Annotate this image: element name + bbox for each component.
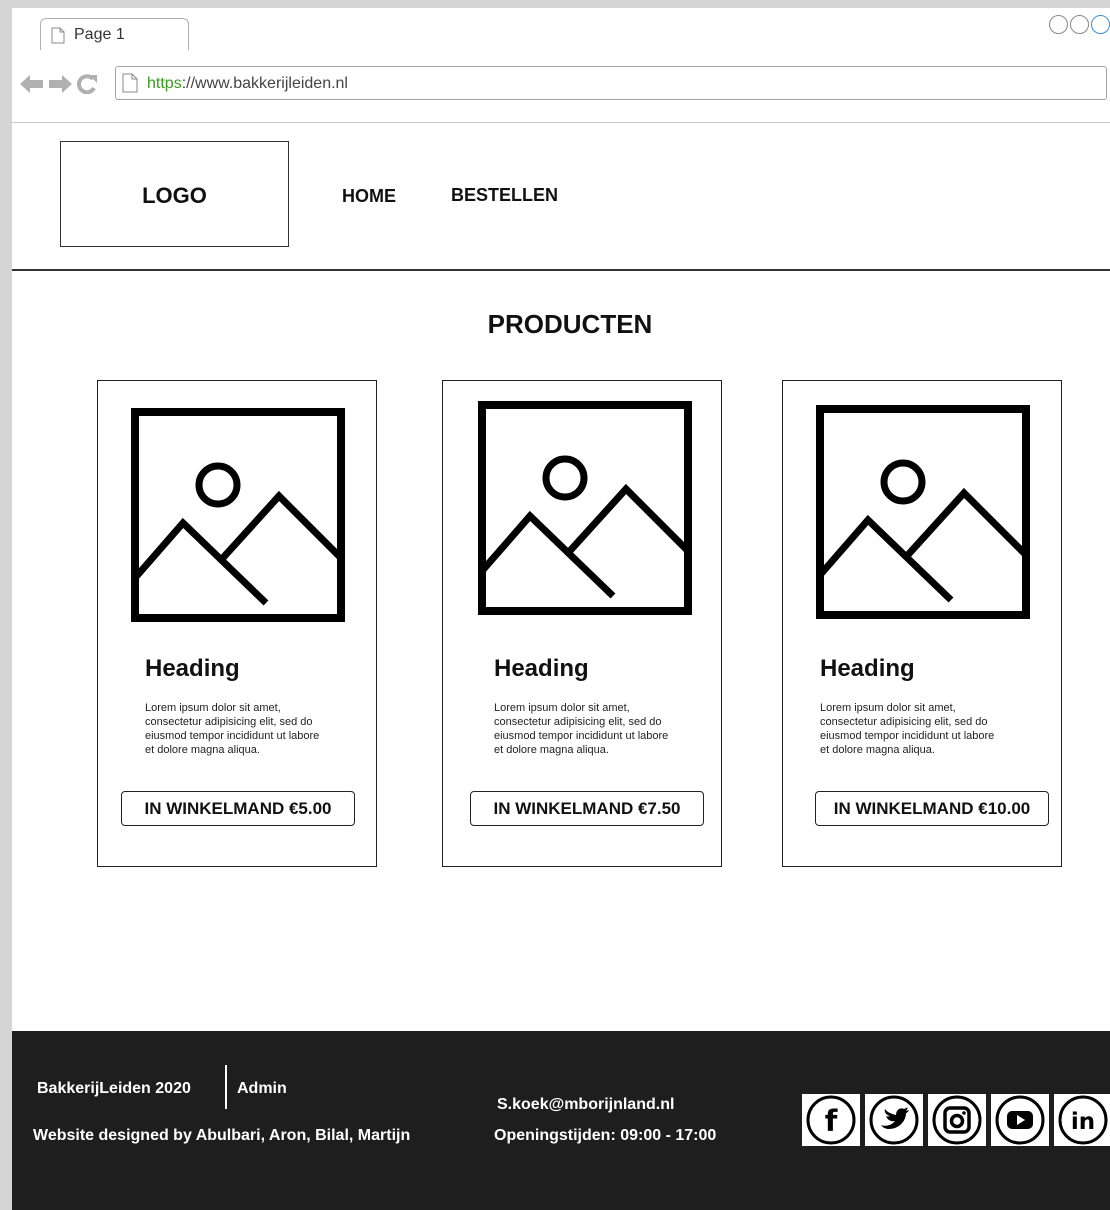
product-description: Lorem ipsum dolor sit amet, consectetur … bbox=[494, 702, 669, 756]
image-placeholder-icon bbox=[816, 405, 1030, 619]
page-icon bbox=[51, 27, 65, 44]
product-heading: Heading bbox=[145, 655, 240, 682]
footer-divider bbox=[225, 1065, 227, 1109]
product-description: Lorem ipsum dolor sit amet, consectetur … bbox=[820, 702, 995, 756]
product-heading: Heading bbox=[494, 655, 589, 682]
site-header: LOGO HOME BESTELLEN bbox=[12, 123, 1110, 271]
product-description: Lorem ipsum dolor sit amet, consectetur … bbox=[145, 702, 320, 756]
add-to-cart-button[interactable]: IN WINKELMAND €7.50 bbox=[470, 791, 704, 826]
instagram-icon bbox=[932, 1095, 982, 1145]
close-button[interactable] bbox=[1091, 15, 1110, 34]
url-domain: ://www.bakkerijleiden.nl bbox=[181, 75, 348, 92]
browser-toolbar: https://www.bakkerijleiden.nl bbox=[12, 50, 1110, 123]
image-placeholder-icon bbox=[478, 401, 692, 615]
nav-home-link[interactable]: HOME bbox=[342, 186, 396, 207]
product-card: Heading Lorem ipsum dolor sit amet, cons… bbox=[442, 380, 722, 867]
footer-hours: Openingstijden: 09:00 - 17:00 bbox=[494, 1127, 717, 1144]
facebook-link[interactable]: f bbox=[802, 1094, 860, 1146]
page-icon bbox=[122, 73, 138, 93]
site-footer: BakkerijLeiden 2020 Admin Website design… bbox=[12, 1031, 1110, 1210]
logo-text: LOGO bbox=[142, 183, 207, 208]
linkedin-icon: in bbox=[1058, 1095, 1108, 1145]
window-controls bbox=[1049, 15, 1110, 34]
tab-strip: Page 1 bbox=[12, 8, 1110, 51]
svg-text:f: f bbox=[825, 1104, 838, 1138]
add-to-cart-button[interactable]: IN WINKELMAND €5.00 bbox=[121, 791, 355, 826]
product-heading: Heading bbox=[820, 655, 915, 682]
youtube-icon bbox=[995, 1095, 1045, 1145]
url-text: https://www.bakkerijleiden.nl bbox=[147, 75, 348, 93]
url-scheme: https bbox=[147, 75, 182, 92]
linkedin-link[interactable]: in bbox=[1054, 1094, 1110, 1146]
footer-email[interactable]: S.koek@mborijnland.nl bbox=[497, 1096, 674, 1114]
footer-credits: Website designed by Abulbari, Aron, Bila… bbox=[33, 1127, 411, 1144]
social-links: f in bbox=[802, 1094, 1110, 1146]
image-placeholder-icon bbox=[131, 408, 345, 622]
add-to-cart-button[interactable]: IN WINKELMAND €10.00 bbox=[815, 791, 1049, 826]
address-bar[interactable]: https://www.bakkerijleiden.nl bbox=[115, 66, 1107, 100]
product-card: Heading Lorem ipsum dolor sit amet, cons… bbox=[97, 380, 377, 867]
youtube-link[interactable] bbox=[991, 1094, 1049, 1146]
facebook-icon: f bbox=[806, 1095, 856, 1145]
reload-icon[interactable] bbox=[76, 74, 98, 94]
footer-copyright: BakkerijLeiden 2020 bbox=[37, 1080, 191, 1097]
navigation-buttons bbox=[20, 74, 98, 94]
logo-placeholder[interactable]: LOGO bbox=[60, 141, 289, 247]
tab-title: Page 1 bbox=[74, 26, 125, 43]
minimize-button[interactable] bbox=[1049, 15, 1068, 34]
product-card: Heading Lorem ipsum dolor sit amet, cons… bbox=[782, 380, 1062, 867]
back-arrow-icon[interactable] bbox=[20, 75, 44, 93]
admin-link[interactable]: Admin bbox=[237, 1080, 287, 1098]
twitter-icon bbox=[869, 1095, 919, 1145]
forward-arrow-icon[interactable] bbox=[48, 75, 72, 93]
nav-bestellen-link[interactable]: BESTELLEN bbox=[451, 185, 558, 206]
svg-text:in: in bbox=[1071, 1109, 1095, 1135]
twitter-link[interactable] bbox=[865, 1094, 923, 1146]
browser-window: Page 1 https://www.bakkerijleiden.nl LOG… bbox=[12, 8, 1110, 1210]
instagram-link[interactable] bbox=[928, 1094, 986, 1146]
maximize-button[interactable] bbox=[1070, 15, 1089, 34]
page-title: PRODUCTEN bbox=[487, 309, 653, 339]
browser-tab[interactable]: Page 1 bbox=[40, 18, 189, 50]
